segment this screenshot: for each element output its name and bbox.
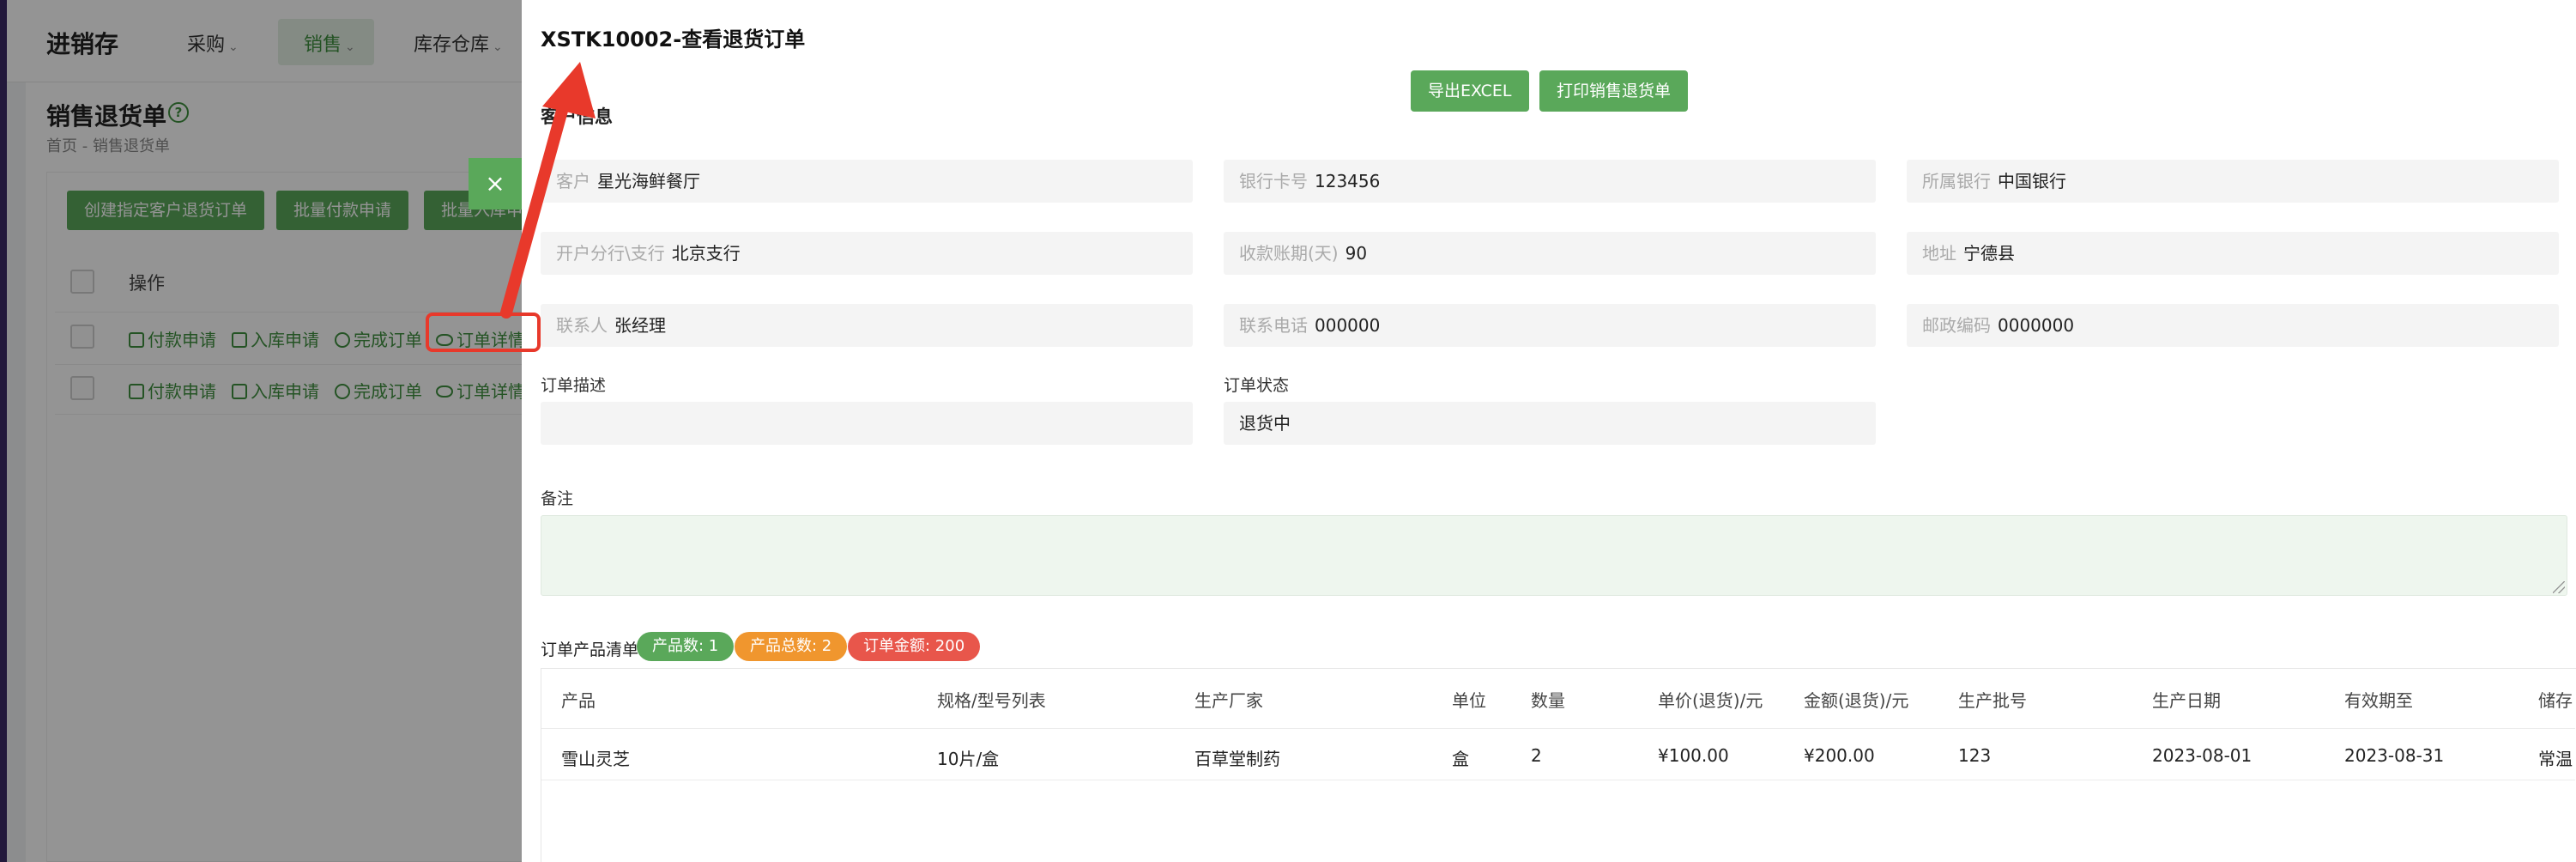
branch-field: 开户分行\支行 北京支行: [541, 232, 1193, 275]
cell-batch-no: 123: [1958, 745, 1992, 766]
field-value: 北京支行: [671, 243, 741, 264]
col-production-date: 生产日期: [2152, 690, 2221, 711]
field-value: 退货中: [1239, 413, 1291, 434]
cell-unit-price: ¥100.00: [1658, 745, 1729, 766]
col-unit-price: 单价(退货)/元: [1658, 690, 1763, 711]
field-label: 所属银行: [1922, 171, 1991, 191]
export-excel-button[interactable]: 导出EXCEL: [1411, 70, 1529, 112]
cell-production-date: 2023-08-01: [2152, 745, 2252, 766]
col-batch-no: 生产批号: [1958, 690, 2027, 711]
order-status-label: 订单状态: [1224, 376, 1290, 395]
order-status-field: 退货中: [1224, 402, 1876, 445]
cell-expiry-date: 2023-08-31: [2344, 745, 2445, 766]
phone-field: 联系电话 000000: [1224, 304, 1876, 347]
customer-field: 客户 星光海鲜餐厅: [541, 160, 1193, 203]
order-amount-badge: 订单金额: 200: [848, 632, 981, 661]
cell-product: 雪山灵芝: [561, 749, 630, 769]
col-expiry-date: 有效期至: [2344, 690, 2413, 711]
order-desc-label: 订单描述: [541, 376, 607, 395]
field-label: 联系电话: [1239, 315, 1308, 336]
order-desc-field: [541, 402, 1193, 445]
field-label: 地址: [1922, 243, 1956, 264]
col-product: 产品: [561, 690, 596, 711]
field-label: 邮政编码: [1922, 315, 1991, 336]
contact-field: 联系人 张经理: [541, 304, 1193, 347]
field-label: 收款账期(天): [1239, 243, 1339, 264]
field-value: 中国银行: [1998, 171, 2066, 191]
table-header-divider: [541, 728, 2575, 729]
product-total-badge: 产品总数: 2: [735, 632, 848, 661]
annotation-highlight-box: [426, 313, 541, 352]
col-unit: 单位: [1452, 690, 1486, 711]
customer-info-title: 客户信息: [541, 106, 613, 127]
field-label: 开户分行\支行: [556, 243, 665, 264]
order-detail-drawer: XSTK10002-查看退货订单 导出EXCEL 打印销售退货单 客户信息 客户…: [522, 0, 2576, 862]
cell-unit: 盒: [1452, 749, 1469, 769]
product-list-label: 订单产品清单: [541, 640, 639, 659]
col-manufacturer: 生产厂家: [1194, 690, 1263, 711]
resize-handle-icon[interactable]: [2553, 581, 2565, 593]
field-value: 张经理: [614, 315, 666, 336]
field-value: 宁德县: [1963, 243, 2015, 264]
field-label: 银行卡号: [1239, 171, 1308, 191]
bank-field: 所属银行 中国银行: [1907, 160, 2559, 203]
cell-storage: 常温: [2538, 749, 2573, 769]
close-drawer-button[interactable]: ×: [469, 158, 522, 209]
col-amount: 金额(退货)/元: [1804, 690, 1909, 711]
remark-label: 备注: [541, 489, 574, 508]
bank-card-field: 银行卡号 123456: [1224, 160, 1876, 203]
postcode-field: 邮政编码 0000000: [1907, 304, 2559, 347]
field-value: 90: [1345, 243, 1368, 264]
drawer-title: XSTK10002-查看退货订单: [541, 27, 806, 52]
field-label: 客户: [556, 171, 590, 191]
field-value: 000000: [1315, 315, 1381, 336]
cell-amount: ¥200.00: [1804, 745, 1875, 766]
payment-days-field: 收款账期(天) 90: [1224, 232, 1876, 275]
col-spec: 规格/型号列表: [937, 690, 1046, 711]
cell-spec: 10片/盒: [937, 749, 1000, 769]
field-label: 联系人: [556, 315, 608, 336]
remark-textarea[interactable]: [541, 515, 2567, 596]
product-count-badge: 产品数: 1: [637, 632, 735, 661]
field-value: 0000000: [1998, 315, 2075, 336]
print-return-order-button[interactable]: 打印销售退货单: [1539, 70, 1689, 112]
field-value: 123456: [1315, 171, 1381, 191]
col-storage: 储存: [2538, 690, 2573, 711]
address-field: 地址 宁德县: [1907, 232, 2559, 275]
cell-quantity: 2: [1531, 745, 1542, 766]
cell-manufacturer: 百草堂制药: [1194, 749, 1280, 769]
field-value: 星光海鲜餐厅: [597, 171, 700, 191]
col-quantity: 数量: [1531, 690, 1565, 711]
